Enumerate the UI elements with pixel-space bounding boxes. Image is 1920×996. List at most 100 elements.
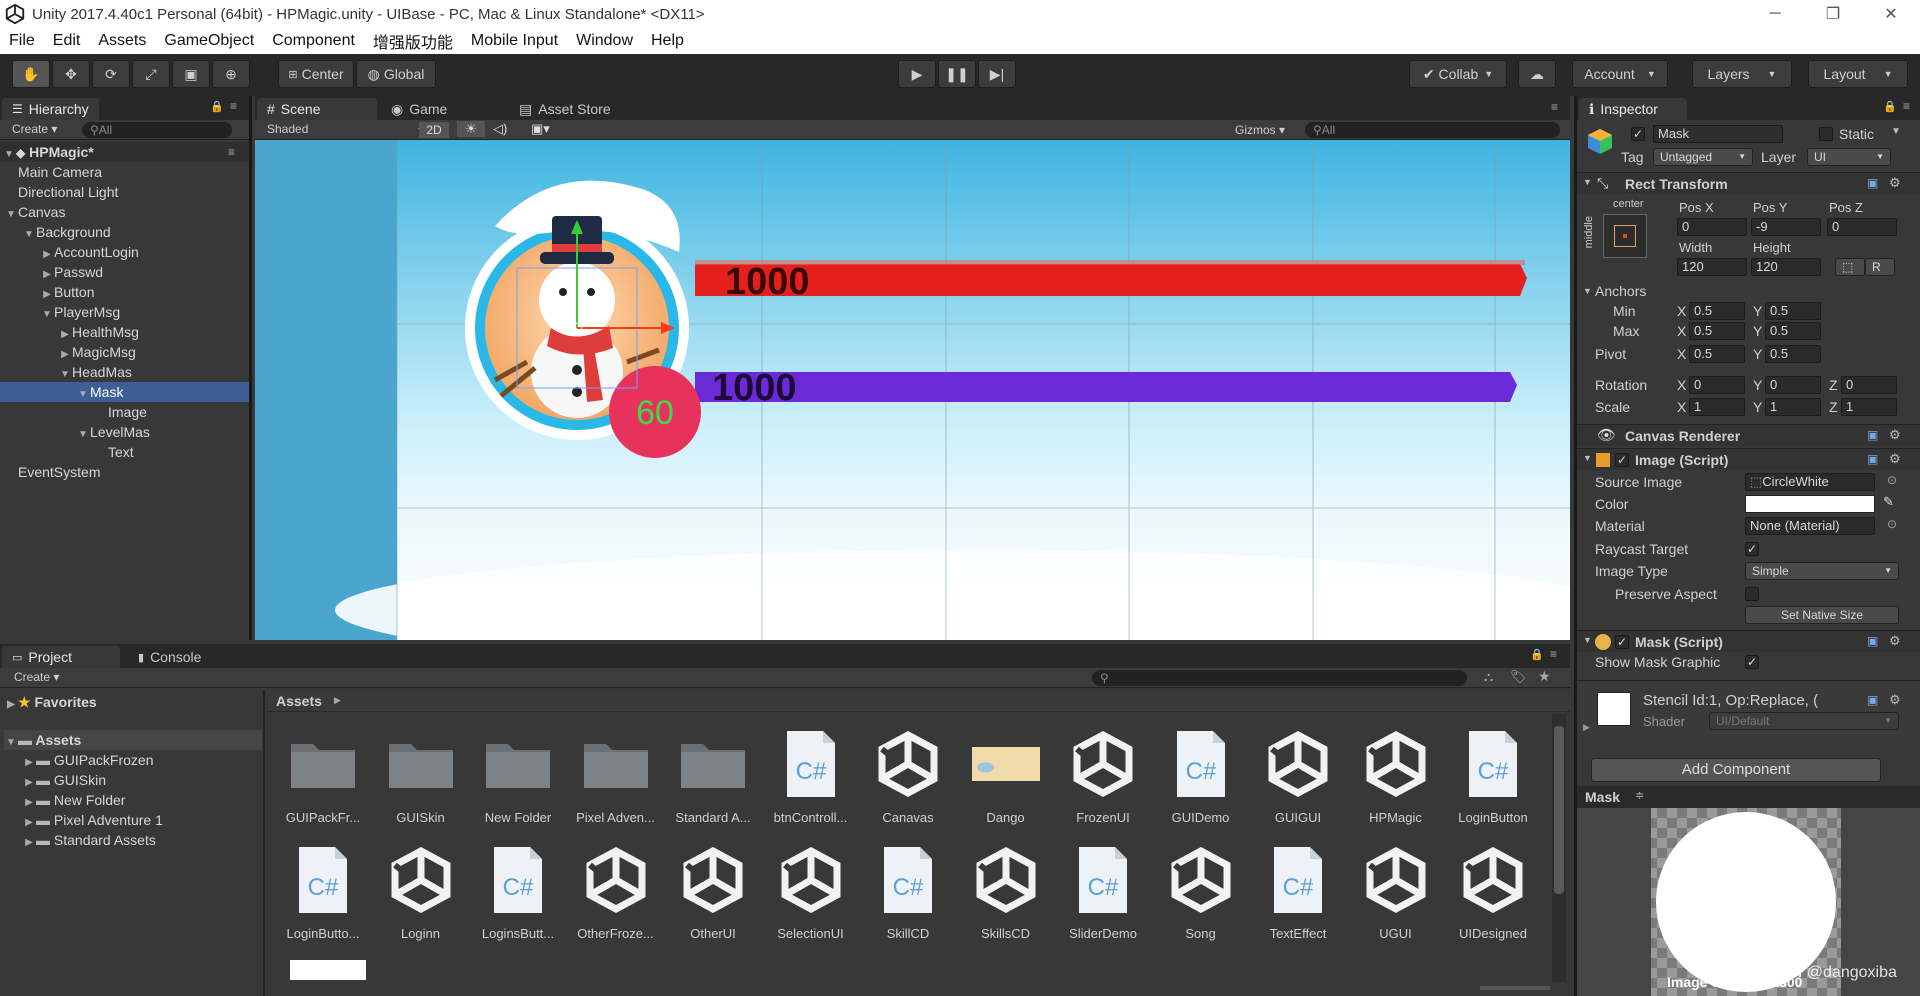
scene-root[interactable]: ▼ ◆ HPMagic* ≡ [0, 142, 249, 162]
hierarchy-item[interactable]: ▶ Passwd [0, 262, 249, 282]
help-icon[interactable]: ▣ [1867, 176, 1878, 190]
scale-z-field[interactable]: 1 [1841, 398, 1897, 416]
hierarchy-search-input[interactable]: ⚲All [82, 122, 232, 138]
cloud-button[interactable]: ☁ [1518, 60, 1556, 88]
menu-file[interactable]: File [0, 32, 44, 50]
lock-icon[interactable]: 🔒 [210, 100, 224, 113]
asset-item[interactable]: GUIGUI [1251, 728, 1345, 828]
hierarchy-item[interactable]: ▶ HealthMsg [0, 322, 249, 342]
play-button[interactable]: ▶ [898, 60, 936, 88]
hierarchy-item[interactable]: ▼ Background [0, 222, 249, 242]
asset-item[interactable]: Pixel Adven... [569, 728, 663, 828]
foldout-arrow[interactable]: ▼ [1583, 453, 1592, 463]
breadcrumb-assets[interactable]: Assets [276, 693, 322, 709]
menu-mobile-input[interactable]: Mobile Input [462, 32, 567, 50]
panel-menu-icon[interactable]: ≡ [230, 99, 237, 113]
hierarchy-item[interactable]: ▶ Button [0, 282, 249, 302]
rect-tool-button[interactable]: ▣ [172, 60, 210, 88]
mask-script-header[interactable]: ▼ ✓ Mask (Script) ▣ ⚙ [1577, 630, 1920, 652]
asset-item[interactable]: Loginn [374, 844, 468, 944]
rotation-x-field[interactable]: 0 [1689, 376, 1745, 394]
menu-assets[interactable]: Assets [89, 32, 155, 50]
hand-tool-button[interactable]: ✋ [12, 60, 50, 88]
tab-hierarchy[interactable]: ☰ Hierarchy [2, 98, 99, 120]
panel-menu-icon[interactable]: ≡ [1551, 100, 1558, 114]
posz-field[interactable]: 0 [1827, 218, 1897, 236]
width-field[interactable]: 120 [1677, 258, 1747, 276]
asset-item[interactable]: C# btnControll... [764, 728, 858, 828]
asset-item[interactable]: SelectionUI [764, 844, 858, 944]
filter-type-icon[interactable]: ⛬ [1484, 669, 1493, 685]
hierarchy-item[interactable]: ▼ HeadMas [0, 362, 249, 382]
asset-item[interactable]: C# LoginsButt... [471, 844, 565, 944]
blueprint-mode-button[interactable]: ⬚ [1835, 258, 1865, 276]
star-icon[interactable]: ★ [1538, 668, 1551, 685]
pivot-y-field[interactable]: 0.5 [1765, 345, 1821, 363]
asset-item[interactable]: FrozenUI [1056, 728, 1150, 828]
restore-button[interactable]: ❐ [1804, 0, 1862, 28]
menu-component[interactable]: Component [263, 32, 364, 50]
shader-dropdown[interactable]: UI/Default ▼ [1709, 712, 1899, 730]
preview-menu-icon[interactable]: ≑ [1635, 789, 1644, 802]
hierarchy-item[interactable]: ▼ PlayerMsg [0, 302, 249, 322]
gear-icon[interactable]: ⚙ [1889, 692, 1901, 708]
hierarchy-item[interactable]: Image [0, 402, 249, 422]
help-icon[interactable]: ▣ [1867, 634, 1878, 648]
assets-root-node[interactable]: ▼ ▬ Assets [4, 730, 262, 750]
rotate-tool-button[interactable]: ⟳ [92, 60, 130, 88]
hierarchy-item[interactable]: Text [0, 442, 249, 462]
asset-item[interactable]: Standard A... [666, 728, 760, 828]
asset-item[interactable]: Dango [959, 728, 1053, 828]
create-dropdown[interactable]: Create ▾ [14, 670, 59, 684]
scene-search-input[interactable]: ⚲All [1305, 122, 1560, 138]
project-tree-folder[interactable]: ▶ ▬ New Folder [22, 790, 125, 810]
pivot-center-button[interactable]: ⊞ Center [278, 60, 354, 88]
foldout-arrow[interactable]: ▼ [1583, 177, 1592, 187]
asset-item[interactable]: GUIPackFr... [276, 728, 370, 828]
project-search-input[interactable]: ⚲ [1092, 670, 1467, 686]
asset-scrollbar[interactable] [1552, 714, 1566, 982]
mask-enabled-checkbox[interactable]: ✓ [1615, 635, 1629, 649]
pause-button[interactable]: ❚❚ [938, 60, 976, 88]
favorites-node[interactable]: ▶ ★ Favorites [4, 692, 97, 712]
asset-white-thumbnail[interactable] [290, 960, 366, 980]
rotation-z-field[interactable]: 0 [1841, 376, 1897, 394]
tab-inspector[interactable]: ℹ Inspector [1579, 98, 1687, 120]
gear-icon[interactable]: ⚙ [1889, 451, 1901, 467]
tag-dropdown[interactable]: Untagged ▼ [1653, 148, 1753, 166]
toggle-2d-button[interactable]: 2D [419, 122, 449, 138]
scale-tool-button[interactable]: ⤢ [132, 60, 170, 88]
lighting-toggle-icon[interactable]: ☀ [457, 121, 485, 137]
scrollbar-thumb[interactable] [1554, 726, 1564, 894]
asset-item[interactable]: GUISkin [374, 728, 468, 828]
height-field[interactable]: 120 [1751, 258, 1821, 276]
object-name-field[interactable]: Mask [1653, 125, 1783, 143]
preserve-aspect-checkbox[interactable] [1745, 587, 1759, 601]
anchor-min-x-field[interactable]: 0.5 [1689, 302, 1745, 320]
menu-edit[interactable]: Edit [44, 32, 90, 50]
transform-tool-button[interactable]: ⊕ [212, 60, 250, 88]
rect-transform-header[interactable]: ▼ ⤡ Rect Transform ▣ ⚙ [1577, 172, 1920, 194]
asset-item[interactable]: C# TextEffect [1251, 844, 1345, 944]
hierarchy-item[interactable]: Directional Light [0, 182, 249, 202]
asset-item[interactable]: HPMagic [1349, 728, 1443, 828]
step-button[interactable]: ▶| [978, 60, 1016, 88]
scene-viewport[interactable]: 1000 1000 60 [255, 140, 1570, 640]
gear-icon[interactable]: ⚙ [1889, 175, 1901, 191]
hierarchy-item[interactable]: ▶ AccountLogin [0, 242, 249, 262]
tab-game[interactable]: ◉ Game [381, 98, 457, 120]
asset-item[interactable]: C# SliderDemo [1056, 844, 1150, 944]
asset-item[interactable]: OtherFroze... [569, 844, 663, 944]
menu-gameobject[interactable]: GameObject [155, 32, 263, 50]
menu-window[interactable]: Window [567, 32, 642, 50]
help-icon[interactable]: ▣ [1867, 693, 1878, 707]
image-script-header[interactable]: ▼ ✓ Image (Script) ▣ ⚙ [1577, 448, 1920, 470]
static-dropdown-icon[interactable]: ▼ [1891, 126, 1901, 137]
anchors-foldout-arrow[interactable]: ▼ [1583, 286, 1592, 296]
move-tool-button[interactable]: ✥ [52, 60, 90, 88]
eyedropper-icon[interactable]: ✎ [1883, 494, 1894, 510]
gear-icon[interactable]: ⚙ [1889, 633, 1901, 649]
active-checkbox[interactable]: ✓ [1631, 127, 1645, 141]
static-checkbox[interactable] [1819, 127, 1833, 141]
foldout-arrow[interactable]: ▶ [1583, 722, 1590, 733]
